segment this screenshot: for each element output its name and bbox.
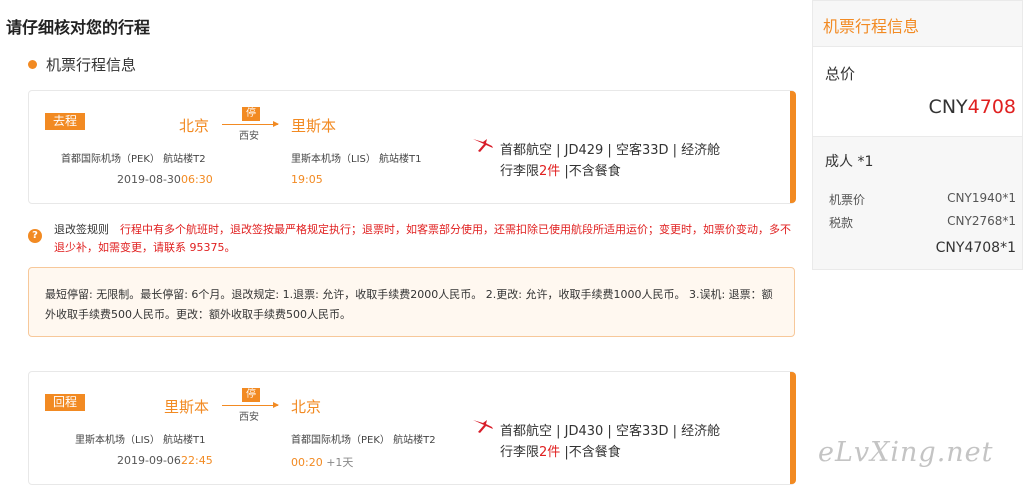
departure-time: 06:30 — [181, 173, 213, 186]
tax-row: 税款 CNY2768*1 — [829, 214, 1016, 231]
watermark: eLvXing.net — [818, 437, 994, 468]
return-flight-card: 回程 里斯本 停 西安 北京 里斯本机场（LIS） 航站楼T1 首都国际机场（P… — [28, 371, 796, 485]
ticket-price-label: 机票价 — [829, 193, 866, 207]
departure-airport: 首都国际机场（PEK） 航站楼T2 — [61, 154, 206, 165]
stop-badge: 停 — [242, 388, 260, 402]
section-title: 机票行程信息 — [28, 54, 136, 75]
stop-badge: 停 — [242, 107, 260, 121]
arrival-city: 里斯本 — [291, 117, 337, 135]
route-arrow-icon — [222, 402, 279, 408]
arrival-time: 19:05 — [291, 173, 323, 186]
stop-city: 西安 — [239, 131, 259, 142]
total-label: 总价 — [825, 65, 856, 83]
question-icon: ? — [28, 229, 42, 243]
subtotal-price: CNY4708*1 — [935, 240, 1016, 256]
tax-value: CNY2768*1 — [947, 214, 1016, 228]
stop-city: 西安 — [239, 412, 259, 423]
tax-label: 税款 — [829, 216, 854, 230]
card-accent-edge — [790, 372, 796, 484]
price-panel-title: 机票行程信息 — [813, 1, 1022, 47]
departure-date: 2019-09-06 — [117, 454, 181, 467]
airline-logo-icon — [473, 139, 493, 152]
departure-city: 北京 — [179, 117, 210, 135]
page-title: 请仔细核对您的行程 — [6, 18, 151, 37]
total-price-block: 总价 CNY4708 — [813, 47, 1022, 137]
card-accent-edge — [790, 91, 796, 203]
arrival-airport: 首都国际机场（PEK） 航站楼T2 — [291, 435, 436, 446]
rule-detail-text: 最短停留: 无限制。最长停留: 6个月。退改规定: 1.退票: 允许，收取手续费… — [45, 288, 773, 321]
arrival-time: 00:20 +1天 — [291, 456, 354, 469]
bullet-dot-icon — [28, 60, 37, 69]
price-summary-panel: 机票行程信息 总价 CNY4708 成人 *1 机票价 CNY1940*1 税款… — [812, 0, 1023, 270]
total-price: CNY4708 — [928, 96, 1016, 118]
return-tag: 回程 — [45, 394, 86, 411]
outbound-flight-card: 去程 北京 停 西安 里斯本 首都国际机场（PEK） 航站楼T2 里斯本机场（L… — [28, 90, 796, 204]
rule-notice: 行程中有多个航班时，退改签按最严格规定执行；退票时，如客票部分使用，还需扣除已使… — [54, 223, 791, 254]
arrival-airport: 里斯本机场（LIS） 航站楼T1 — [291, 154, 422, 165]
flight-info: 首都航空 | JD429 | 空客33D | 经济舱 — [500, 143, 721, 158]
route-arrow-icon — [222, 121, 279, 127]
section-title-label: 机票行程信息 — [46, 56, 137, 74]
passenger-type: 成人 *1 — [825, 154, 874, 170]
rule-detail-box: 最短停留: 无限制。最长停留: 6个月。退改规定: 1.退票: 允许，收取手续费… — [28, 267, 795, 337]
ticket-price-value: CNY1940*1 — [947, 191, 1016, 205]
departure-date: 2019-08-30 — [117, 173, 181, 186]
rule-label: 退改签规则 — [54, 223, 109, 236]
departure-city: 里斯本 — [164, 398, 210, 416]
departure-time: 22:45 — [181, 454, 213, 467]
arrival-city: 北京 — [291, 398, 322, 416]
flight-info: 首都航空 | JD430 | 空客33D | 经济舱 — [500, 424, 721, 439]
departure-airport: 里斯本机场（LIS） 航站楼T1 — [75, 435, 206, 446]
outbound-tag: 去程 — [45, 113, 86, 130]
baggage-info: 行李限2件 |不含餐食 — [500, 164, 621, 179]
ticket-price-row: 机票价 CNY1940*1 — [829, 191, 1016, 208]
baggage-info: 行李限2件 |不含餐食 — [500, 445, 621, 460]
airline-logo-icon — [473, 420, 493, 433]
